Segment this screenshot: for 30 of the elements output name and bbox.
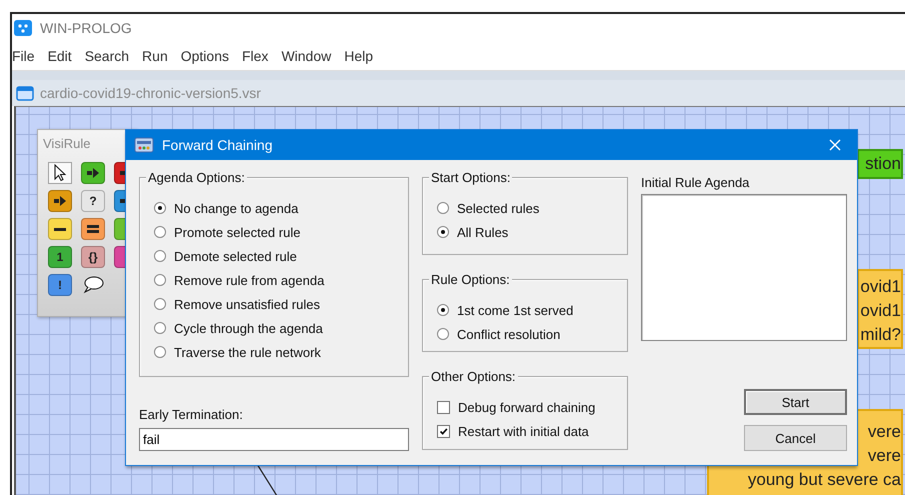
checkbox-label: Restart with initial data <box>458 424 589 438</box>
list-label: Initial Rule Agenda <box>641 175 750 190</box>
node-text: ovid1 <box>860 276 901 298</box>
radio-label: Traverse the rule network <box>174 344 321 360</box>
node-text: mild? <box>860 324 901 346</box>
radio-label: No change to agenda <box>174 200 298 216</box>
group-label: Agenda Options: <box>146 170 247 185</box>
radio-label: Conflict resolution <box>457 326 560 342</box>
node-text: vere <box>868 421 901 443</box>
checkbox-label: Debug forward chaining <box>458 400 596 414</box>
radio-label: Selected rules <box>457 200 540 216</box>
dialog-title: Forward Chaining <box>162 137 274 153</box>
app-title: WIN-PROLOG <box>40 20 132 36</box>
radio-label: Promote selected rule <box>174 224 300 240</box>
node-text: stion <box>865 153 901 175</box>
field-label: Early Termination: <box>139 407 244 422</box>
document-title: cardio-covid19-chronic-version5.vsr <box>40 85 261 101</box>
node-text: ovid1 <box>860 300 901 322</box>
palette-title: VisiRule <box>42 135 92 152</box>
group-label: Start Options: <box>429 170 512 185</box>
radio-label: All Rules <box>457 224 508 240</box>
radio-label: Remove unsatisfied rules <box>174 296 320 312</box>
radio-label: Cycle through the agenda <box>174 320 323 336</box>
radio-label: 1st come 1st served <box>457 302 574 318</box>
radio-label: Demote selected rule <box>174 248 297 264</box>
node-text: young but severe ca <box>748 469 901 491</box>
group-label: Other Options: <box>429 369 518 384</box>
radio-label: Remove rule from agenda <box>174 272 324 288</box>
node-text: vere <box>868 445 901 467</box>
group-label: Rule Options: <box>429 272 512 287</box>
